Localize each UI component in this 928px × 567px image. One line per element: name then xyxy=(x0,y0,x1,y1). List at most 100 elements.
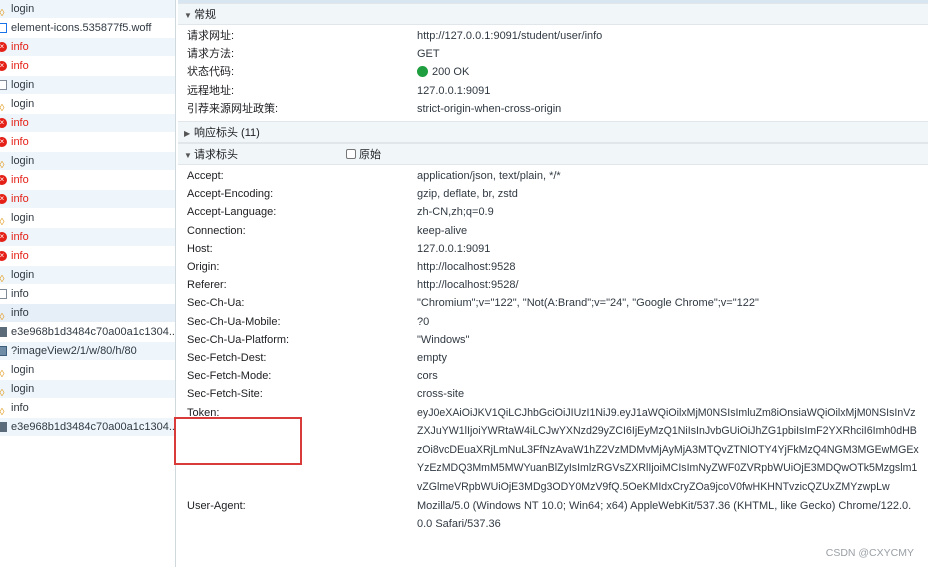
raw-toggle[interactable]: 原始 xyxy=(346,144,381,166)
request-row[interactable]: ◊ login xyxy=(0,266,175,285)
header-name: Accept-Encoding: xyxy=(187,188,274,201)
request-name: ?imageView2/1/w/80/h/80 xyxy=(11,345,137,357)
header-value: Mozilla/5.0 (Windows NT 10.0; Win64; x64… xyxy=(417,499,912,530)
request-row[interactable]: ◊ login xyxy=(0,380,175,399)
error-icon: × xyxy=(0,174,7,185)
request-detail-panel: ▼ 常规 请求网址: http://127.0.0.1:9091/student/u… xyxy=(178,0,928,567)
header-row: Accept-Language: zh-CN,zh;q=0.9 xyxy=(178,203,928,221)
header-row: Sec-Ch-Ua-Mobile: ?0 xyxy=(178,313,928,331)
request-headers-title: 请求标头 xyxy=(194,149,238,162)
request-row[interactable]: element-icons.535877f5.woff xyxy=(0,19,175,38)
script-icon: ◊ xyxy=(0,406,5,418)
request-name: info xyxy=(11,117,29,129)
request-row[interactable]: ◊ login xyxy=(0,95,175,114)
request-name: info xyxy=(11,307,29,319)
header-row: 请求方法: GET xyxy=(178,45,928,63)
token-highlight-box xyxy=(174,417,302,465)
font-file-icon xyxy=(0,22,7,33)
request-row[interactable]: ?imageView2/1/w/80/h/80 xyxy=(0,342,175,361)
raw-label: 原始 xyxy=(359,149,381,162)
header-row: 请求网址: http://127.0.0.1:9091/student/user/… xyxy=(178,27,928,45)
response-headers-section-header[interactable]: ▶ 响应标头 (11) xyxy=(178,121,928,144)
header-name: Sec-Ch-Ua-Platform: xyxy=(187,333,290,346)
request-row[interactable]: ◊ info xyxy=(0,304,175,323)
request-row[interactable]: × info xyxy=(0,228,175,247)
response-headers-title: 响应标头 (11) xyxy=(194,127,260,140)
header-name: 请求网址: xyxy=(187,30,235,42)
request-row[interactable]: × info xyxy=(0,133,175,152)
request-row[interactable]: ◊ login xyxy=(0,361,175,380)
header-value: cross-site xyxy=(417,388,465,401)
header-row: Sec-Ch-Ua: "Chromium";v="122", "Not(A:Bra… xyxy=(178,294,928,312)
request-headers-section-header[interactable]: ▼ 请求标头 原始 xyxy=(178,143,928,166)
header-name: Accept-Language: xyxy=(187,206,277,219)
request-row[interactable]: login xyxy=(0,76,175,95)
triangle-down-icon: ▼ xyxy=(184,151,192,161)
error-icon: × xyxy=(0,136,7,147)
request-name: login xyxy=(11,364,35,376)
error-icon: × xyxy=(0,231,7,242)
script-icon: ◊ xyxy=(0,387,5,399)
script-icon: ◊ xyxy=(0,102,5,114)
header-value: 200 OK xyxy=(417,63,928,81)
general-section-body: 请求网址: http://127.0.0.1:9091/student/user/… xyxy=(178,25,928,121)
status-code-text: 200 OK xyxy=(432,66,470,79)
general-section-header[interactable]: ▼ 常规 xyxy=(178,3,928,25)
script-icon: ◊ xyxy=(0,216,5,228)
request-row[interactable]: e3e968b1d3484c70a00a1c1304... xyxy=(0,323,175,342)
header-value: zh-CN,zh;q=0.9 xyxy=(417,206,494,219)
script-icon: ◊ xyxy=(0,368,5,380)
header-name: 请求方法: xyxy=(187,48,235,61)
request-name: info xyxy=(11,60,29,72)
image-icon xyxy=(0,326,7,337)
error-icon: × xyxy=(0,60,7,71)
header-row: Referer: http://localhost:9528/ xyxy=(178,276,928,294)
header-name: Connection: xyxy=(187,224,246,237)
header-row: Sec-Fetch-Mode: cors xyxy=(178,367,928,385)
request-row[interactable]: × info xyxy=(0,114,175,133)
header-name: 状态代码: xyxy=(187,66,235,79)
header-name: Sec-Fetch-Site: xyxy=(187,388,263,401)
request-row[interactable]: ◊ login xyxy=(0,0,175,19)
request-row[interactable]: × info xyxy=(0,171,175,190)
triangle-right-icon: ▶ xyxy=(184,129,191,139)
request-row[interactable]: × info xyxy=(0,57,175,76)
header-value: http://127.0.0.1:9091/student/user/info xyxy=(417,30,603,42)
request-name: info xyxy=(11,402,29,414)
header-name: Origin: xyxy=(187,261,220,274)
request-name: info xyxy=(11,174,29,186)
request-name: element-icons.535877f5.woff xyxy=(11,22,152,34)
request-row[interactable]: × info xyxy=(0,190,175,209)
header-value: http://localhost:9528 xyxy=(417,261,516,274)
error-icon: × xyxy=(0,117,7,128)
request-name: e3e968b1d3484c70a00a1c1304... xyxy=(11,326,175,338)
token-value: eyJ0eXAiOiJKV1QiLCJhbGciOiJIUzI1NiJ9.eyJ… xyxy=(417,406,919,494)
header-name: 引荐来源网址政策: xyxy=(187,102,279,115)
script-icon: ◊ xyxy=(0,311,5,323)
header-row: 引荐来源网址政策: strict-origin-when-cross-origin xyxy=(178,100,928,118)
header-row: Sec-Ch-Ua-Platform: "Windows" xyxy=(178,331,928,349)
script-icon: ◊ xyxy=(0,273,5,285)
raw-checkbox[interactable] xyxy=(346,149,356,160)
header-row: User-Agent: Mozilla/5.0 (Windows NT 10.0;… xyxy=(178,497,928,533)
request-headers-body: Accept: application/json, text/plain, */*… xyxy=(178,165,928,536)
error-icon: × xyxy=(0,41,7,52)
header-row: Origin: http://localhost:9528 xyxy=(178,258,928,276)
general-section-title: 常规 xyxy=(194,9,216,21)
request-row[interactable]: ◊ login xyxy=(0,152,175,171)
request-name: login xyxy=(11,3,35,15)
request-row[interactable]: × info xyxy=(0,38,175,57)
header-row: Connection: keep-alive xyxy=(178,222,928,240)
script-icon: ◊ xyxy=(0,7,5,19)
request-row[interactable]: ◊ info xyxy=(0,399,175,418)
request-row[interactable]: info xyxy=(0,285,175,304)
request-row[interactable]: × info xyxy=(0,247,175,266)
header-name: Sec-Ch-Ua-Mobile: xyxy=(187,315,281,328)
watermark: CSDN @CXYCMY xyxy=(825,547,914,559)
request-row[interactable]: e3e968b1d3484c70a00a1c1304... xyxy=(0,418,175,437)
request-name: info xyxy=(11,250,29,262)
error-icon: × xyxy=(0,250,7,261)
header-name: Referer: xyxy=(187,279,227,292)
request-name: info xyxy=(11,288,29,300)
request-row[interactable]: ◊ login xyxy=(0,209,175,228)
